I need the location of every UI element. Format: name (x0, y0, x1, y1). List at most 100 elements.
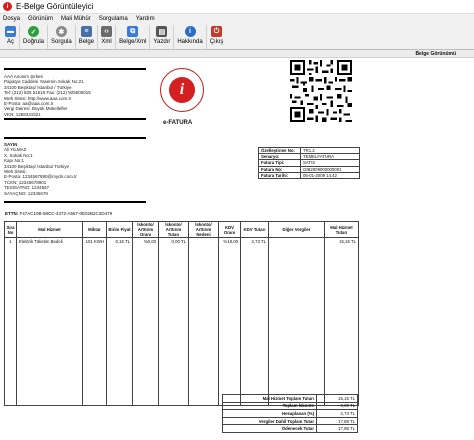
about-button[interactable]: i Hakkında (174, 25, 207, 49)
cell-miktar: 101 KWH (82, 237, 107, 248)
col-header: KDV Tutarı (240, 221, 269, 238)
cell-iskonto-neden (188, 237, 219, 248)
document-icon: ≡ (80, 26, 92, 37)
invoice-meta-table: Özelleştirme No: TR1.2 Senaryo: TEMELFATUR… (258, 146, 360, 179)
col-header: İskonto/ Arttırım Nedeni (188, 221, 219, 238)
query-button-label: Sorgula (51, 39, 72, 45)
cell-diger-vergiler (268, 237, 325, 248)
meta-key: Fatura Tarihi: (258, 171, 301, 179)
efatura-label: e-FATURA (163, 120, 193, 126)
folder-icon: ▬ (5, 26, 16, 37)
buyer-info: SAYIN Ali YILMAZ X. Sokak No:1 Kapı No:1… (4, 142, 154, 196)
seller-top-rule (4, 68, 146, 70)
document-button[interactable]: ≡ Belge (76, 25, 99, 49)
cell-kdv-oran: %18,00 (218, 237, 241, 248)
app-logo-icon: i (3, 2, 12, 11)
seller-info: AAA Anonim Şirketi Papatya Caddesi Yasem… (4, 74, 154, 117)
totals-row: Hesaplanan (%) 2,73 TL (222, 409, 358, 418)
document-xml-button[interactable]: ⧉ Belge/Xml (116, 25, 151, 49)
total-value: 17,88 TL (316, 416, 358, 426)
cell-iskonto-oran: %0,00 (132, 237, 159, 248)
ettn-label: ETTN: (5, 211, 19, 216)
totals-table: Mal Hizmet Toplam Tutarı 15,15 TL Toplam … (222, 394, 358, 433)
print-button-label: Yazdır (153, 39, 171, 45)
exit-button-label: Çıkış (209, 39, 224, 45)
gear-icon: ✱ (55, 26, 67, 37)
gib-seal-logo: i (160, 68, 204, 112)
menu-sorgulama[interactable]: Sorgulama (99, 16, 128, 22)
buyer-top-rule (4, 137, 146, 139)
col-header: KDV Oranı (218, 221, 241, 238)
table-filler-row (4, 247, 359, 406)
document-view-title: Belge Görünümü (415, 51, 456, 57)
total-value: 15,15 TL (316, 394, 358, 403)
invoice-document[interactable]: AAA Anonim Şirketi Papatya Caddesi Yasem… (0, 58, 474, 440)
invoice-items-table: Sıra No Mal Hizmet Miktar Birim Fiyat İs… (4, 221, 359, 406)
total-value: 0,00 TL (316, 401, 358, 411)
verify-button[interactable]: ✓ Doğrula (20, 25, 49, 49)
col-header: Mal Hizmet Tutarı (324, 221, 359, 238)
toolbar: ▬ Aç ✓ Doğrula ✱ Sorgula ≡ Belge ‹› Xml … (0, 24, 474, 50)
col-header: Mal Hizmet (16, 221, 83, 238)
menu-dosya[interactable]: Dosya (3, 16, 20, 22)
total-label: Toplam İskonto (222, 401, 317, 411)
col-header: Diğer Vergiler (268, 221, 325, 238)
col-header: Miktar (82, 221, 107, 238)
col-header: İskonto/ Arttırım Tutarı (158, 221, 189, 238)
xml-icon: ‹› (101, 26, 113, 37)
document-view-header: Belge Görünümü (0, 50, 474, 58)
cell-iskonto-tutar: 0,00 TL (158, 237, 189, 248)
meta-key: Özelleştirme No: (258, 146, 301, 155)
exit-icon: ⏻ (211, 26, 223, 37)
total-value: 17,88 TL (316, 424, 358, 433)
qr-code (290, 60, 352, 122)
about-button-label: Hakkında (177, 39, 203, 45)
menu-yardim[interactable]: Yardım (136, 16, 155, 22)
xml-button[interactable]: ‹› Xml (98, 25, 117, 49)
totals-row: Toplam İskonto 0,00 TL (222, 401, 358, 411)
cell-kdv-tutar: 2,73 TL (240, 237, 269, 248)
total-label: Mal Hizmet Toplam Tutarı (222, 394, 317, 403)
total-value: 2,73 TL (316, 409, 358, 418)
menu-bar: Dosya Görünüm Mali Mühür Sorgulama Yardı… (0, 14, 474, 24)
col-header: Birim Fiyat (106, 221, 133, 238)
seller-vkn: VKN: 1288331521 (4, 111, 41, 117)
totals-row: Vergiler Dahil Toplam Tutar 17,88 TL (222, 416, 358, 426)
meta-value: 05-01-2009 14:42 (300, 171, 360, 179)
table-row: 1 Elektrik Tüketim Bedeli 101 KWH 0,15 T… (4, 237, 359, 248)
menu-mali-muhur[interactable]: Mali Mühür (61, 16, 91, 22)
open-button[interactable]: ▬ Aç (2, 25, 20, 49)
buyer-meter-no: SAYAÇNO: 12345678 (4, 190, 48, 196)
query-button[interactable]: ✱ Sorgula (48, 25, 76, 49)
print-button[interactable]: ▤ Yazdır (150, 25, 175, 49)
verify-button-label: Doğrula (23, 39, 45, 45)
window-title: E-Belge Görüntüleyici (16, 2, 94, 11)
open-button-label: Aç (6, 39, 14, 45)
cell-tutar: 15,15 TL (324, 237, 359, 248)
items-header-row: Sıra No Mal Hizmet Miktar Birim Fiyat İs… (4, 221, 359, 238)
check-icon: ✓ (28, 26, 39, 37)
ettn-line: ETTN: F47AC10B-58CC-4372-A567-0E02B2C3D4… (5, 211, 112, 216)
document-xml-icon: ⧉ (127, 26, 139, 37)
total-label: Vergiler Dahil Toplam Tutar (222, 416, 317, 426)
cell-mal-hizmet: Elektrik Tüketim Bedeli (16, 237, 83, 248)
document-button-label: Belge (78, 39, 95, 45)
exit-button[interactable]: ⏻ Çıkış (207, 25, 227, 49)
menu-gorunum[interactable]: Görünüm (28, 16, 53, 22)
seller-bottom-rule (4, 118, 146, 120)
printer-icon: ▤ (156, 26, 168, 37)
seal-letter: i (169, 77, 195, 103)
col-header: Sıra No (4, 221, 17, 238)
totals-row: Ödenecek Tutar 17,88 TL (222, 424, 358, 433)
buyer-bottom-rule (4, 201, 146, 203)
info-icon: i (184, 26, 196, 37)
title-bar: i E-Belge Görüntüleyici (0, 0, 474, 14)
document-xml-button-label: Belge/Xml (119, 39, 147, 45)
col-header: İskonto/ Arttırım Oranı (132, 221, 159, 238)
totals-row: Mal Hizmet Toplam Tutarı 15,15 TL (222, 394, 358, 403)
meta-row: Fatura Tarihi: 05-01-2009 14:42 (258, 171, 360, 179)
cell-sira: 1 (4, 237, 17, 248)
total-label: Hesaplanan (%) (222, 409, 317, 418)
total-label: Ödenecek Tutar (222, 424, 317, 433)
xml-button-label: Xml (101, 39, 112, 45)
